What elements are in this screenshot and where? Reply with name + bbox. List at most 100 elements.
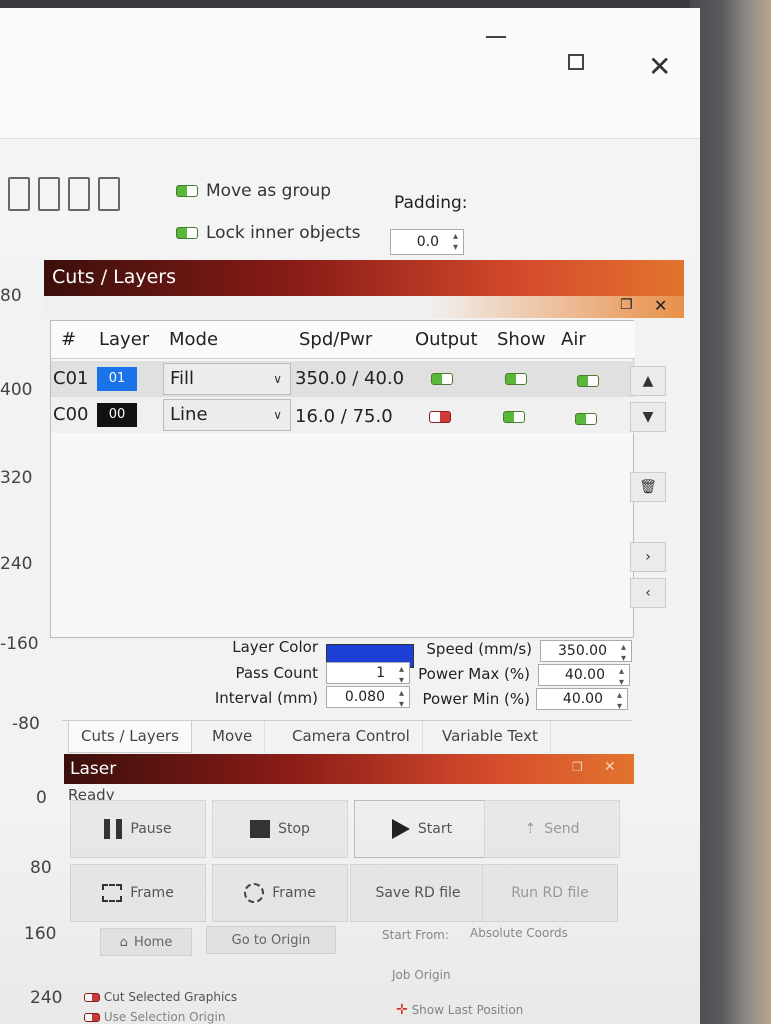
move-as-group-toggle-icon[interactable]: [176, 185, 198, 197]
frame-button[interactable]: Frame: [70, 864, 206, 922]
upload-icon: ⇡: [524, 821, 537, 837]
mode-value: Fill: [170, 368, 195, 389]
arrange-toolbar: Move as group Lock inner objects Padding…: [0, 138, 700, 258]
output-toggle-icon[interactable]: [429, 411, 451, 423]
send-label: Send: [544, 821, 580, 837]
cut-selected-toggle-icon[interactable]: [84, 993, 100, 1002]
pause-icon: [104, 819, 123, 839]
align-right-icon[interactable]: [38, 177, 60, 211]
close-panel-icon[interactable]: ✕: [604, 759, 616, 775]
tab-move[interactable]: Move: [200, 721, 266, 753]
save-rd-file-button[interactable]: Save RD file: [350, 864, 486, 922]
padding-input[interactable]: 0.0: [390, 229, 464, 255]
lock-inner-objects-toggle-icon[interactable]: [176, 227, 198, 239]
cuts-layers-subbar: ❐ ✕: [44, 296, 684, 318]
run-rd-file-button[interactable]: Run RD file: [482, 864, 618, 922]
col-header-spd-pwr[interactable]: Spd/Pwr: [299, 329, 372, 350]
mode-select[interactable]: Line ∨: [163, 399, 291, 431]
speed-input[interactable]: 350.00: [540, 640, 632, 664]
align-top-icon[interactable]: [68, 177, 90, 211]
align-bottom-icon[interactable]: [98, 177, 120, 211]
stop-icon: [250, 820, 271, 838]
close-panel-icon[interactable]: ✕: [654, 296, 667, 315]
lock-inner-objects-option[interactable]: Lock inner objects: [176, 223, 361, 243]
window-titlebar: ✕: [0, 8, 700, 138]
show-toggle-icon[interactable]: [503, 411, 525, 423]
start-label: Start: [417, 821, 453, 837]
layer-swatch[interactable]: 00: [97, 403, 137, 427]
ruler-label: 80: [0, 286, 22, 306]
go-to-origin-label: Go to Origin: [231, 932, 311, 948]
mode-value: Line: [170, 404, 208, 425]
mode-select[interactable]: Fill ∨: [163, 363, 291, 395]
table-row[interactable]: C00 00 Line ∨ 16.0 / 75.0: [51, 397, 635, 433]
interval-label: Interval (mm): [214, 689, 318, 707]
output-toggle-icon[interactable]: [431, 373, 453, 385]
show-toggle-icon[interactable]: [505, 373, 527, 385]
layers-table: # Layer Mode Spd/Pwr Output Show Air C01…: [50, 320, 635, 638]
send-button[interactable]: ⇡ Send: [484, 800, 620, 858]
laser-panel-header: Laser ❐ ✕: [64, 754, 634, 784]
tab-variable-text[interactable]: Variable Text: [430, 721, 551, 753]
start-from-select[interactable]: Absolute Coords: [470, 926, 568, 940]
home-button[interactable]: ⌂ Home: [100, 928, 192, 956]
interval-input[interactable]: 0.080: [326, 686, 410, 710]
frame-circle-button[interactable]: Frame: [212, 864, 348, 922]
ruler-label: 160: [24, 924, 57, 944]
chevron-down-icon: ∨: [273, 372, 282, 386]
power-max-input[interactable]: 40.00: [538, 664, 630, 688]
table-row[interactable]: C01 01 Fill ∨ 350.0 / 40.0: [51, 361, 635, 397]
power-max-label: Power Max (%): [418, 665, 530, 683]
ruler-label: 80: [30, 858, 52, 878]
use-selection-origin-toggle-icon[interactable]: [84, 1013, 100, 1022]
cuts-layers-header: Cuts / Layers: [44, 260, 684, 298]
move-layer-down-icon[interactable]: ▼: [630, 402, 666, 432]
col-header-output[interactable]: Output: [415, 329, 478, 350]
ruler-label: -80: [12, 714, 40, 734]
crosshair-icon: ✛: [396, 1002, 408, 1018]
pass-count-label: Pass Count: [235, 664, 318, 682]
ruler-label: -160: [0, 634, 39, 654]
stop-button[interactable]: Stop: [212, 800, 348, 858]
col-header-show[interactable]: Show: [497, 329, 546, 350]
save-rd-label: Save RD file: [375, 885, 461, 901]
home-icon: ⌂: [119, 934, 128, 950]
start-from-label: Start From:: [382, 928, 449, 942]
power-min-label: Power Min (%): [422, 690, 530, 708]
tab-cuts-layers[interactable]: Cuts / Layers: [68, 721, 192, 753]
power-min-input[interactable]: 40.00: [536, 688, 628, 712]
align-left-icon[interactable]: [8, 177, 30, 211]
air-toggle-icon[interactable]: [575, 413, 597, 425]
restore-panel-icon[interactable]: ❐: [572, 760, 583, 774]
start-button[interactable]: Start: [354, 800, 490, 858]
layer-swatch[interactable]: 01: [97, 367, 137, 391]
col-header-mode[interactable]: Mode: [169, 329, 218, 350]
close-icon[interactable]: ✕: [648, 53, 671, 81]
col-header-air[interactable]: Air: [561, 329, 586, 350]
chevron-left-icon[interactable]: ‹: [630, 578, 666, 608]
delete-layer-icon[interactable]: 🗑: [630, 472, 666, 502]
move-layer-up-icon[interactable]: ▲: [630, 366, 666, 396]
ruler-label: 320: [0, 468, 33, 488]
row-id: C01: [53, 368, 89, 389]
col-header-layer[interactable]: Layer: [99, 329, 149, 350]
pause-button[interactable]: Pause: [70, 800, 206, 858]
chevron-right-icon[interactable]: ›: [630, 542, 666, 572]
ruler-label: 0: [36, 788, 47, 808]
show-last-position-option[interactable]: ✛ Show Last Position: [396, 1002, 523, 1018]
use-selection-origin-option[interactable]: Use Selection Origin: [84, 1010, 225, 1024]
cut-selected-option[interactable]: Cut Selected Graphics: [84, 990, 237, 1004]
tab-camera-control[interactable]: Camera Control: [280, 721, 423, 753]
layers-table-header: # Layer Mode Spd/Pwr Output Show Air: [51, 321, 635, 359]
restore-panel-icon[interactable]: ❐: [620, 297, 633, 313]
play-icon: [391, 819, 410, 839]
air-toggle-icon[interactable]: [577, 375, 599, 387]
col-header-number[interactable]: #: [61, 329, 76, 350]
move-as-group-option[interactable]: Move as group: [176, 181, 331, 201]
pass-count-input[interactable]: 1: [326, 662, 410, 686]
go-to-origin-button[interactable]: Go to Origin: [206, 926, 336, 954]
frame-circle-label: Frame: [272, 885, 316, 901]
minimize-icon[interactable]: [486, 36, 506, 38]
maximize-icon[interactable]: [568, 54, 584, 70]
frame-label: Frame: [130, 885, 174, 901]
